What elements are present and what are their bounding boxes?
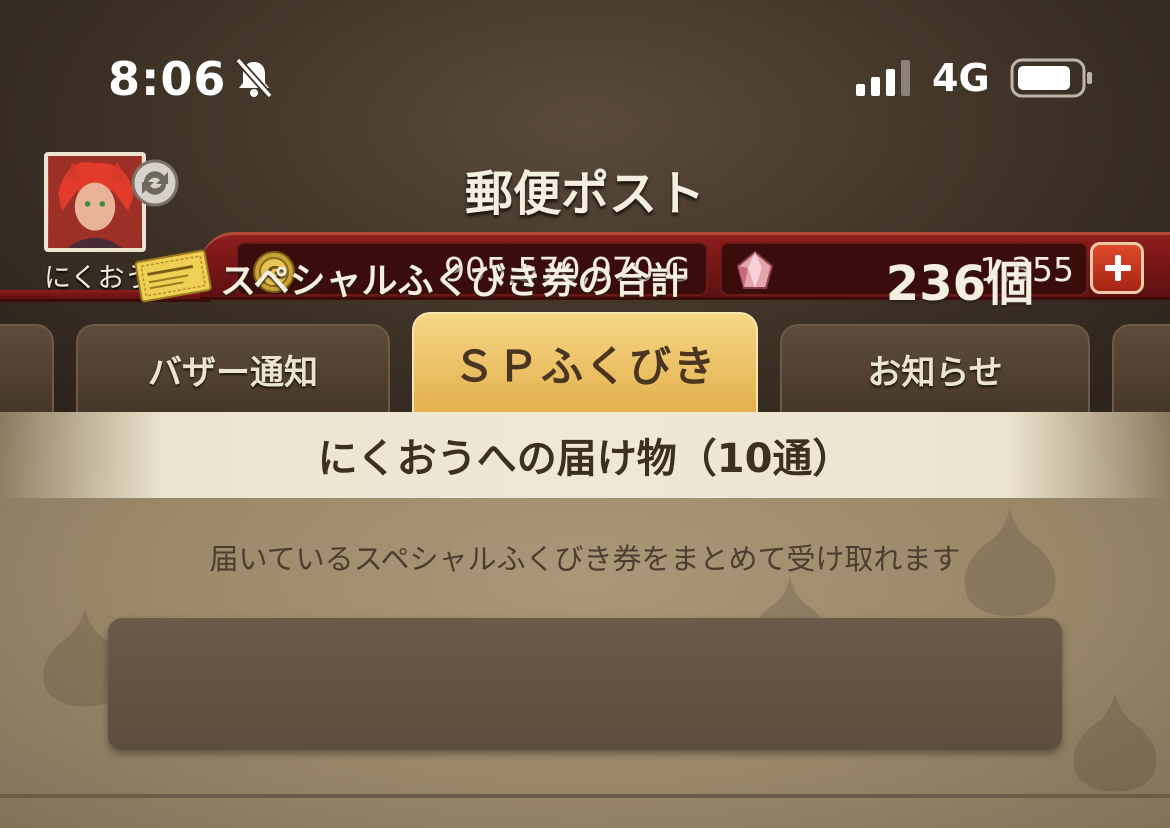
tab-bazaar-notice[interactable]: バザー通知	[76, 324, 390, 412]
add-gems-button[interactable]	[1090, 242, 1144, 294]
section-banner: にくおうへの届け物（10通）	[0, 412, 1170, 498]
ticket-total-panel	[108, 618, 1062, 750]
description-text: 届いているスペシャルふくびき券をまとめて受け取れます	[209, 542, 961, 576]
total-value: 236個	[885, 256, 1034, 312]
tab-next-edge[interactable]	[1112, 324, 1170, 412]
bell-muted-icon	[235, 57, 273, 99]
total-label: スペシャルふくびき券の合計	[220, 261, 686, 302]
page-title: 郵便ポスト	[464, 166, 705, 222]
gem-icon	[736, 250, 774, 289]
main-panel: にくおうへの届け物（10通） 届いているスペシャルふくびき券をまとめて受け取れま…	[0, 412, 1170, 828]
battery-icon	[1010, 58, 1092, 98]
slime-decoration-icon	[1073, 692, 1157, 792]
network-label: 4G	[932, 56, 990, 100]
tab-announcements[interactable]: お知らせ	[780, 324, 1090, 412]
ticket-icon	[134, 249, 212, 303]
tab-sp-fukubiki[interactable]: ＳＰふくびき	[412, 312, 758, 412]
tab-previous-edge[interactable]	[0, 324, 54, 412]
divider	[0, 794, 1170, 798]
signal-icon	[856, 60, 910, 96]
status-time: 8:06	[108, 52, 227, 106]
